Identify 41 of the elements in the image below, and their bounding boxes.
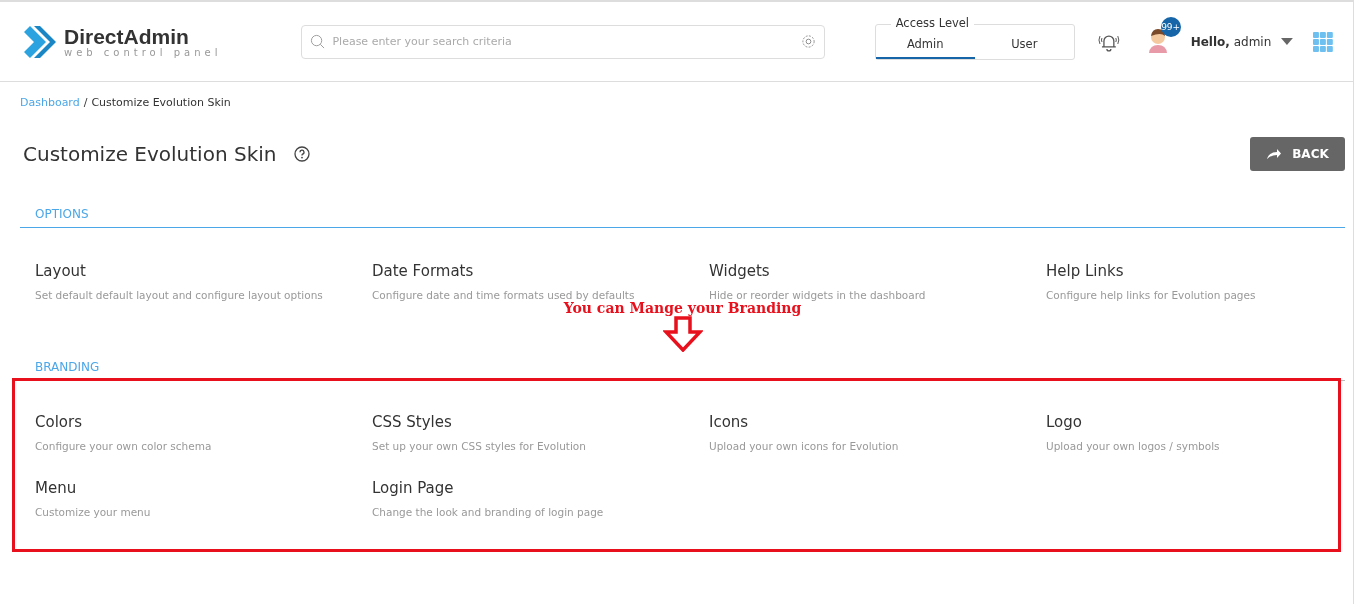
setting-link[interactable]: Login Page	[372, 479, 679, 497]
access-level-label: Access Level	[890, 15, 975, 30]
search-field[interactable]: Please enter your search criteria	[301, 24, 825, 59]
annotation-text: You can Mange your Branding	[563, 300, 802, 316]
notification-badge: 99+	[1160, 16, 1181, 37]
breadcrumb-separator: /	[83, 96, 88, 109]
setting-description: Configure help links for Evolution pages	[1046, 288, 1257, 303]
access-level-tab[interactable]: User	[974, 30, 1074, 59]
setting-link[interactable]: CSS Styles	[372, 413, 679, 431]
logo-name: DirectAdmin	[64, 25, 190, 47]
section-heading: BRANDING	[20, 360, 1345, 381]
setting-description: Upload your own logos / symbols	[1046, 439, 1221, 454]
setting-description: Configure your own color schema	[35, 439, 213, 454]
breadcrumb-current: Customize Evolution Skin	[91, 96, 231, 109]
setting-description: Change the look and branding of login page	[372, 505, 605, 520]
section-heading: OPTIONS	[20, 207, 1345, 228]
setting-link[interactable]: Menu	[35, 479, 342, 497]
setting-link[interactable]: Logo	[1046, 413, 1353, 431]
setting-link[interactable]: Layout	[35, 262, 342, 280]
page-title: Customize Evolution Skin	[23, 142, 277, 166]
setting-description: Customize your menu	[35, 505, 152, 520]
back-button[interactable]: BACK	[1250, 137, 1345, 171]
caret-icon[interactable]	[1281, 37, 1294, 46]
setting-description: Set default default layout and configure layout options	[35, 288, 324, 303]
settings-icon[interactable]	[800, 33, 816, 49]
setting-description: Upload your own icons for Evolution	[709, 439, 900, 454]
setting-description: Hide or reorder widgets in the dashboard	[709, 288, 927, 302]
setting-link[interactable]: Help Links	[1046, 262, 1353, 280]
setting-link[interactable]: Icons	[709, 413, 1016, 431]
setting-description: Set up your own CSS styles for Evolution	[372, 439, 587, 454]
setting-link[interactable]: Date Formats	[372, 262, 679, 280]
setting-description: Configure date and time formats used by defaults	[372, 288, 636, 302]
search-icon	[310, 33, 326, 49]
down-arrow-icon	[662, 316, 703, 352]
user-greeting[interactable]: Hello, admin	[1190, 34, 1272, 49]
setting-link[interactable]: Colors	[35, 413, 342, 431]
logo-tagline: web control panel	[64, 46, 222, 58]
help-icon[interactable]	[294, 146, 311, 162]
arrow-icon	[1266, 148, 1283, 160]
access-level-tab[interactable]: Admin	[875, 30, 975, 59]
setting-link[interactable]: Widgets	[709, 262, 1016, 280]
